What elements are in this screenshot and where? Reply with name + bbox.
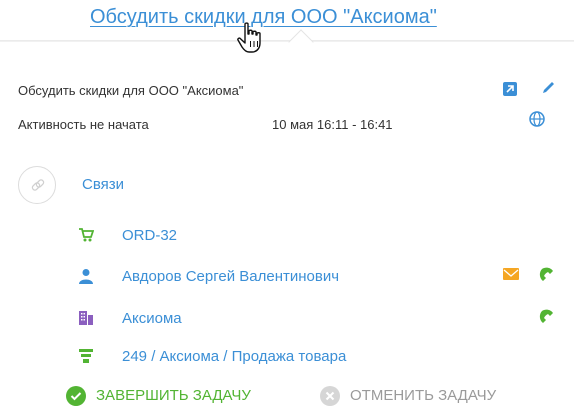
phone-icon[interactable] <box>538 308 556 326</box>
links-section-label[interactable]: Связи <box>82 176 124 193</box>
close-circle-icon[interactable] <box>320 386 340 406</box>
link-contact[interactable]: Авдоров Сергей Валентинович <box>122 268 339 285</box>
edit-pencil-icon[interactable] <box>540 80 556 96</box>
link-opportunity[interactable]: 249 / Аксиома / Продажа товара <box>122 348 346 365</box>
hand-cursor-icon <box>237 22 261 53</box>
building-icon <box>79 311 93 325</box>
activity-time: 10 мая 16:11 - 16:41 <box>272 117 393 132</box>
check-circle-icon[interactable] <box>66 386 86 406</box>
links-chain-icon <box>18 166 56 204</box>
funnel-icon <box>79 349 93 363</box>
phone-icon[interactable] <box>538 266 556 284</box>
cart-icon <box>79 228 94 242</box>
cancel-task-button[interactable]: ОТМЕНИТЬ ЗАДАЧУ <box>350 387 496 404</box>
link-order[interactable]: ORD-32 <box>122 227 177 244</box>
activity-title: Обсудить скидки для ООО "Аксиома" <box>18 83 244 98</box>
person-icon <box>79 269 93 284</box>
link-account[interactable]: Аксиома <box>122 310 182 327</box>
globe-icon <box>528 110 546 128</box>
email-icon[interactable] <box>503 268 519 280</box>
complete-task-button[interactable]: ЗАВЕРШИТЬ ЗАДАЧУ <box>96 387 251 404</box>
open-card-icon[interactable] <box>503 82 517 96</box>
activity-status: Активность не начата <box>18 117 149 132</box>
